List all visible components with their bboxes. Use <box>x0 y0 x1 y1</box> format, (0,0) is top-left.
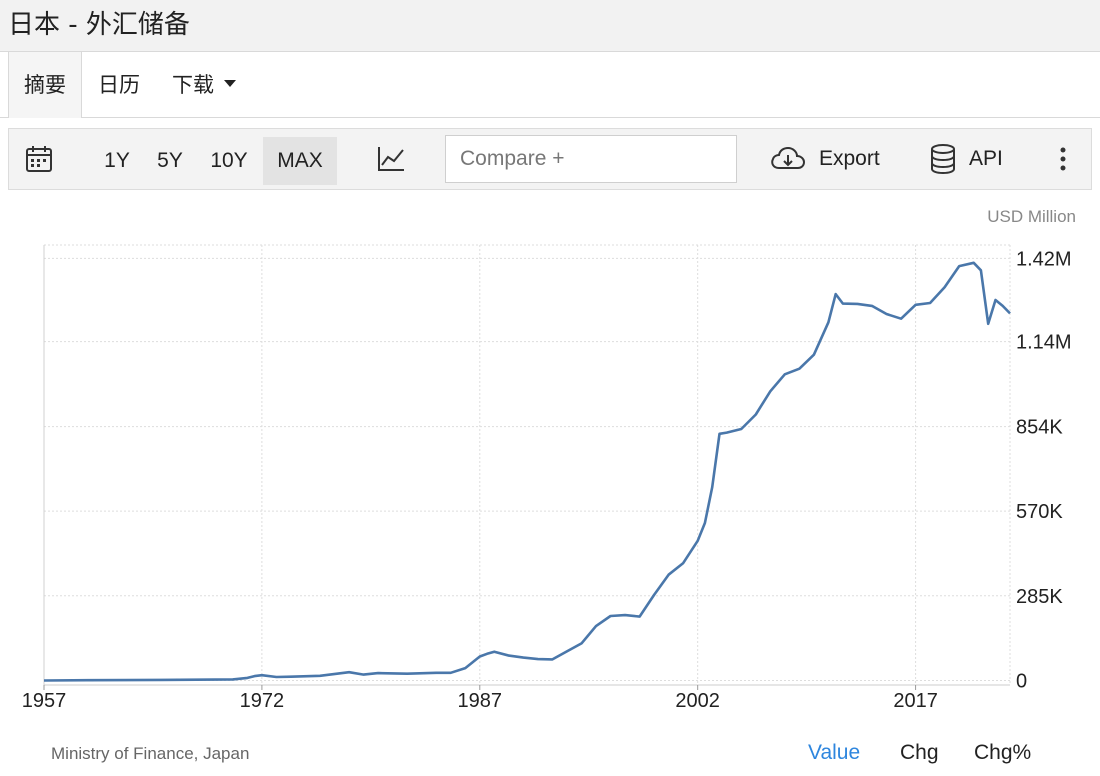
page-header: 日本 - 外汇储备 <box>0 0 1100 52</box>
x-tick-label: 1957 <box>22 690 67 712</box>
page-title: 日本 - 外汇储备 <box>8 10 190 40</box>
chart-axes: 0 285K 570K 854K 1.14M 1.42M 1957 1972 1987 2002 2… <box>22 245 1072 712</box>
x-tick-label: 1987 <box>458 690 503 712</box>
x-tick-label: 1972 <box>240 690 285 712</box>
tab-download[interactable]: 下载 <box>172 52 236 118</box>
unit-label: USD Million <box>987 207 1076 226</box>
chart-grid <box>44 244 1011 685</box>
export-button[interactable]: Export <box>769 129 880 189</box>
y-tick-label: 854K <box>1016 417 1063 439</box>
chart-toolbar: 1Y 5Y 10Y MAX Export API <box>8 128 1092 190</box>
y-tick-label: 0 <box>1016 671 1027 693</box>
range-10y-button[interactable]: 10Y <box>201 137 257 185</box>
y-tick-label: 285K <box>1016 586 1063 608</box>
tab-summary[interactable]: 摘要 <box>8 52 82 118</box>
source-label: Ministry of Finance, Japan <box>51 744 250 763</box>
range-1y-button[interactable]: 1Y <box>95 137 139 185</box>
y-tick-label: 1.42M <box>1016 248 1072 270</box>
caret-down-icon <box>224 79 236 87</box>
line-chart-icon[interactable] <box>371 129 411 189</box>
api-button[interactable]: API <box>929 129 1003 189</box>
export-label: Export <box>819 147 880 170</box>
tab-download-label: 下载 <box>172 73 214 97</box>
x-tick-label: 2017 <box>893 690 938 712</box>
tab-calendar[interactable]: 日历 <box>98 52 140 118</box>
range-max-button[interactable]: MAX <box>263 137 337 185</box>
chg-percent-mode-button[interactable]: Chg% <box>974 741 1031 765</box>
x-tick-label: 2002 <box>675 690 720 712</box>
database-icon <box>931 144 955 175</box>
cloud-download-icon <box>771 146 806 169</box>
tab-bar: 摘要 日历 下载 <box>0 52 1100 118</box>
calendar-icon[interactable] <box>21 129 57 189</box>
more-vertical-icon[interactable] <box>1049 129 1077 189</box>
api-label: API <box>969 147 1003 170</box>
chg-mode-button[interactable]: Chg <box>900 741 939 765</box>
compare-input[interactable] <box>445 135 737 183</box>
y-tick-label: 570K <box>1016 501 1063 523</box>
series-line <box>43 261 1011 682</box>
range-5y-button[interactable]: 5Y <box>148 137 192 185</box>
value-mode-button[interactable]: Value <box>808 741 860 765</box>
y-tick-label: 1.14M <box>1016 332 1072 354</box>
chart-series <box>43 261 1011 682</box>
